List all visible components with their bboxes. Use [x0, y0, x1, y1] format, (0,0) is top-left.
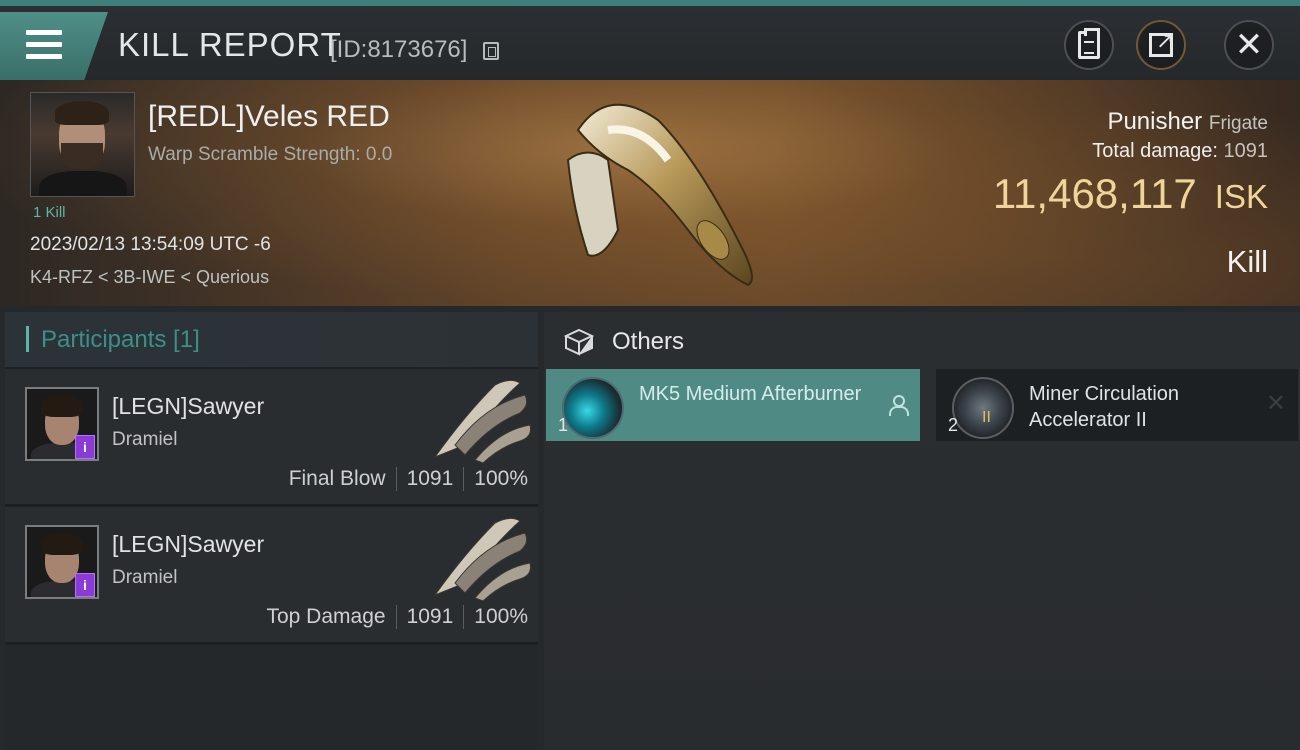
divider [463, 467, 465, 491]
info-badge: i [75, 573, 95, 597]
kill-datetime: 2023/02/13 13:54:09 UTC -6 [30, 234, 271, 255]
rig-module-icon [952, 377, 1014, 439]
others-label: Others [612, 328, 685, 355]
ship-class: Frigate [1208, 113, 1268, 134]
info-badge: i [75, 435, 95, 459]
tech-level-badge: II [982, 409, 991, 426]
participant-ship: Dramiel [112, 567, 178, 588]
participants-label: Participants [1] [41, 326, 200, 353]
participants-empty-area [5, 645, 538, 750]
participant-stats: Top Damage 1091 100% [266, 605, 528, 629]
participant-ship-image [433, 517, 531, 602]
participant-ship: Dramiel [112, 429, 178, 450]
others-header: Others [544, 312, 1300, 368]
participants-panel: Participants [1] i [LEGN]Sawyer Dramiel … [5, 312, 538, 750]
damage-value: 1091 [1223, 140, 1269, 162]
menu-button[interactable] [0, 12, 108, 80]
close-icon: ✕ [1234, 26, 1264, 64]
divider [395, 467, 397, 491]
damage-label: Total damage: [1092, 140, 1218, 162]
page-title: KILL REPORT [118, 26, 342, 63]
victim-ship-image [566, 103, 753, 287]
participant-damage: 1091 [406, 467, 454, 490]
kill-location: K4-RFZ < 3B-IWE < Querious [30, 267, 270, 287]
divider [463, 605, 465, 629]
item-index: 1 [558, 415, 569, 435]
isk-amount: 11,468,117 [992, 170, 1197, 217]
report-id: [ID:8173676] [330, 36, 468, 63]
tab-indicator [26, 326, 29, 352]
victim-portrait[interactable] [30, 92, 135, 197]
item-name: MK5 Medium Afterburner [639, 383, 862, 405]
isk-value: 11,468,117 ISK [993, 170, 1268, 218]
participant-stats: Final Blow 1091 100% [289, 467, 528, 491]
menu-icon [26, 30, 62, 66]
participant-damage: 1091 [406, 605, 454, 628]
copy-icon[interactable] [483, 42, 499, 60]
pilot-icon[interactable] [888, 395, 909, 416]
item-index: 2 [948, 415, 959, 435]
participant-percent: 100% [474, 467, 528, 490]
participant-card[interactable]: i [LEGN]Sawyer Dramiel Final Blow 1091 1… [5, 369, 538, 506]
clipboard-icon [1078, 28, 1100, 59]
participant-tag: Final Blow [288, 467, 386, 490]
participant-percent: 100% [474, 605, 528, 628]
kill-result: Kill [1226, 244, 1268, 279]
participant-tag: Top Damage [266, 605, 386, 628]
warp-scramble-strength: Warp Scramble Strength: 0.0 [148, 144, 393, 165]
ship-name-text: Punisher [1107, 108, 1203, 135]
others-panel: Others 1 MK5 Medium Afterburner 2 II Min… [544, 312, 1300, 750]
top-bar: KILL REPORT [ID:8173676] ✕ [0, 0, 1300, 80]
total-damage: Total damage: 1091 [1092, 140, 1268, 163]
participant-ship-image [433, 379, 531, 464]
module-item[interactable]: 1 MK5 Medium Afterburner [546, 369, 920, 441]
victim-kill-count: 1 Kill [33, 204, 66, 221]
afterburner-icon [562, 377, 624, 439]
clipboard-button[interactable] [1064, 20, 1114, 70]
module-item[interactable]: 2 II Miner Circulation Accelerator II ✕ [936, 369, 1298, 441]
share-button[interactable] [1136, 20, 1186, 70]
participant-name: [LEGN]Sawyer [112, 531, 265, 557]
participant-name: [LEGN]Sawyer [112, 393, 265, 419]
share-icon [1149, 28, 1174, 57]
item-name: Miner Circulation Accelerator II [1029, 383, 1180, 431]
cargo-box-icon [564, 328, 594, 356]
participants-tab[interactable]: Participants [1] [5, 312, 538, 367]
victim-banner: [REDL]Veles RED Warp Scramble Strength: … [0, 80, 1300, 306]
divider [395, 605, 397, 629]
isk-unit: ISK [1214, 178, 1268, 215]
participant-card[interactable]: i [LEGN]Sawyer Dramiel Top Damage 1091 1… [5, 507, 538, 644]
victim-ship-name[interactable]: Punisher Frigate [1107, 108, 1268, 136]
close-button[interactable]: ✕ [1224, 20, 1274, 70]
victim-name[interactable]: [REDL]Veles RED [148, 100, 390, 134]
destroyed-x-icon: ✕ [1265, 390, 1286, 417]
